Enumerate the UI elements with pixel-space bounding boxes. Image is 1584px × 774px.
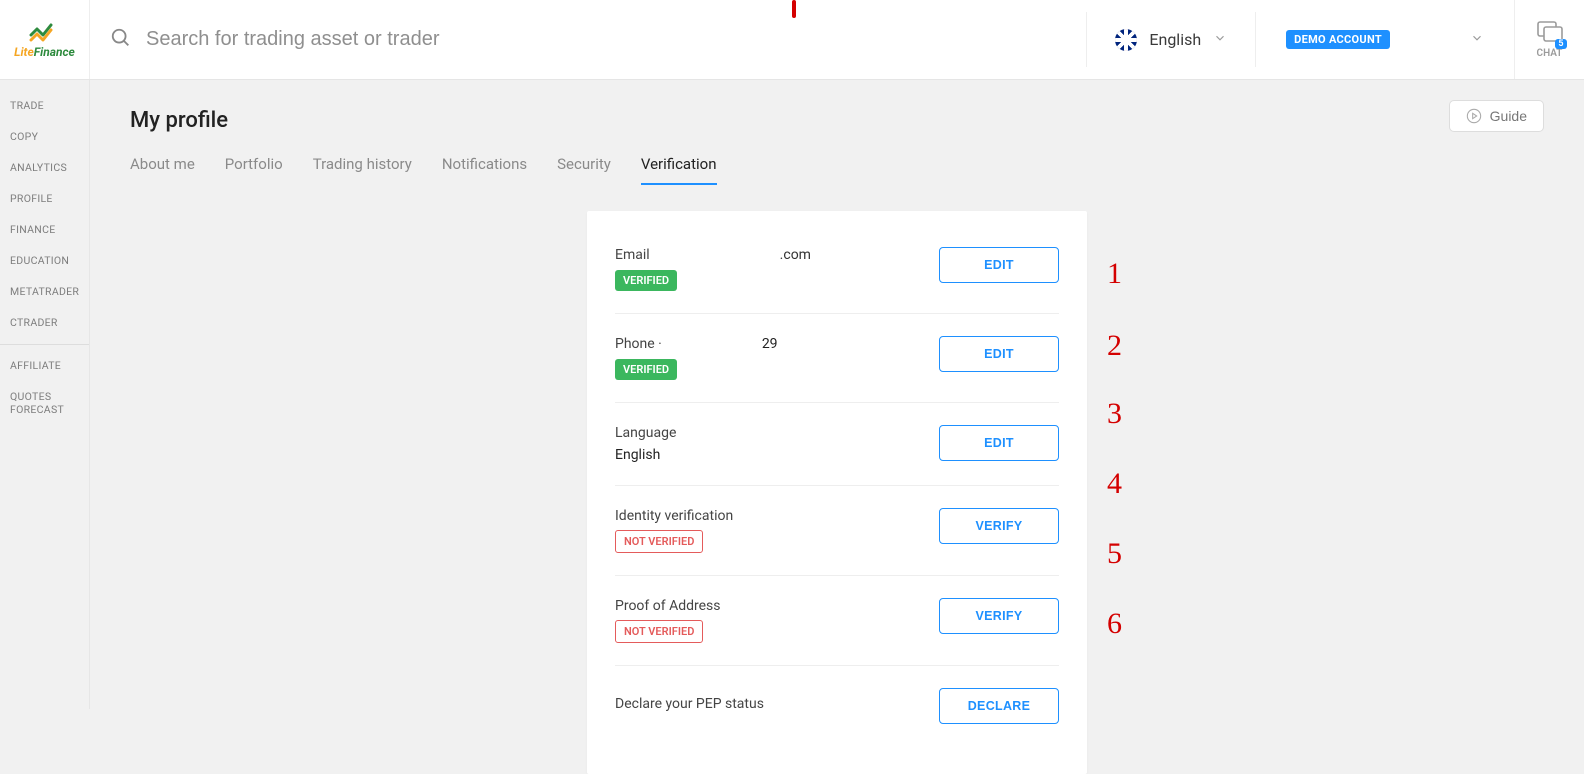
phone-status-badge: VERIFIED xyxy=(615,359,677,380)
tab-about-me[interactable]: About me xyxy=(130,155,195,185)
chat-label: CHAT xyxy=(1537,48,1563,59)
demo-account-badge: DEMO ACCOUNT xyxy=(1286,30,1390,49)
address-status-badge: NOT VERIFIED xyxy=(615,620,703,643)
guide-label: Guide xyxy=(1490,108,1527,124)
address-verify-button[interactable]: VERIFY xyxy=(939,598,1059,634)
address-label: Proof of Address xyxy=(615,598,939,614)
verification-row-phone: Phone · 29 VERIFIED EDIT xyxy=(615,314,1059,403)
sidebar-item-profile[interactable]: PROFILE xyxy=(0,183,89,214)
red-marker xyxy=(792,0,796,18)
chat-button[interactable]: 5 CHAT xyxy=(1514,0,1584,79)
tab-verification[interactable]: Verification xyxy=(641,155,717,185)
phone-edit-button[interactable]: EDIT xyxy=(939,336,1059,372)
sidebar-item-ctrader[interactable]: CTRADER xyxy=(0,307,89,338)
logo-icon xyxy=(29,21,59,43)
chevron-down-icon xyxy=(1470,30,1484,49)
annotation-6: 6 xyxy=(1107,607,1122,641)
sidebar: TRADE COPY ANALYTICS PROFILE FINANCE EDU… xyxy=(0,80,90,709)
sidebar-item-analytics[interactable]: ANALYTICS xyxy=(0,152,89,183)
logo-text: LiteFinance xyxy=(14,45,75,59)
language-row-value: English xyxy=(615,447,939,463)
search-area[interactable] xyxy=(90,27,1086,53)
top-right: English DEMO ACCOUNT 5 CHAT xyxy=(1086,0,1584,79)
sidebar-item-metatrader[interactable]: METATRADER xyxy=(0,276,89,307)
identity-verify-button[interactable]: VERIFY xyxy=(939,508,1059,544)
tab-portfolio[interactable]: Portfolio xyxy=(225,155,283,185)
email-value: .com xyxy=(780,247,811,263)
sidebar-item-quotes-forecast[interactable]: QUOTES FORECAST xyxy=(0,381,89,425)
verification-card: Email .com VERIFIED EDIT Phone · 29 VERI… xyxy=(587,211,1087,774)
chevron-down-icon xyxy=(1213,30,1227,49)
annotation-5: 5 xyxy=(1107,537,1122,571)
verification-row-identity: Identity verification NOT VERIFIED VERIF… xyxy=(615,486,1059,576)
annotation-4: 4 xyxy=(1107,467,1122,501)
search-input[interactable] xyxy=(146,28,1066,51)
search-icon xyxy=(110,27,132,53)
sidebar-item-trade[interactable]: TRADE xyxy=(0,90,89,121)
main-content: Guide My profile About me Portfolio Trad… xyxy=(90,80,1584,709)
identity-label: Identity verification xyxy=(615,508,939,524)
sidebar-item-affiliate[interactable]: AFFILIATE xyxy=(0,344,89,381)
verification-row-language: Language English EDIT xyxy=(615,403,1059,486)
profile-tabs: About me Portfolio Trading history Notif… xyxy=(130,155,1544,185)
verification-row-pep: Declare your PEP status DECLARE xyxy=(615,666,1059,746)
play-circle-icon xyxy=(1466,108,1482,124)
tab-trading-history[interactable]: Trading history xyxy=(313,155,412,185)
phone-label: Phone · xyxy=(615,336,662,352)
tab-security[interactable]: Security xyxy=(557,155,611,185)
annotation-2: 2 xyxy=(1107,329,1122,363)
sidebar-item-finance[interactable]: FINANCE xyxy=(0,214,89,245)
language-edit-button[interactable]: EDIT xyxy=(939,425,1059,461)
annotation-3: 3 xyxy=(1107,397,1122,431)
email-edit-button[interactable]: EDIT xyxy=(939,247,1059,283)
chat-icon: 5 xyxy=(1537,21,1563,47)
language-label: English xyxy=(1149,30,1201,49)
account-selector[interactable]: DEMO ACCOUNT xyxy=(1256,30,1514,49)
sidebar-item-copy[interactable]: COPY xyxy=(0,121,89,152)
uk-flag-icon xyxy=(1115,29,1137,51)
guide-button[interactable]: Guide xyxy=(1449,100,1544,132)
pep-declare-button[interactable]: DECLARE xyxy=(939,688,1059,724)
tab-notifications[interactable]: Notifications xyxy=(442,155,527,185)
language-row-label: Language xyxy=(615,425,939,441)
identity-status-badge: NOT VERIFIED xyxy=(615,530,703,553)
verification-row-address: Proof of Address NOT VERIFIED VERIFY xyxy=(615,576,1059,666)
verification-row-email: Email .com VERIFIED EDIT xyxy=(615,225,1059,314)
logo[interactable]: LiteFinance xyxy=(0,0,90,79)
page-title: My profile xyxy=(130,108,1544,133)
pep-label: Declare your PEP status xyxy=(615,696,939,712)
language-selector[interactable]: English xyxy=(1087,29,1255,51)
chat-count-badge: 5 xyxy=(1555,39,1566,49)
phone-value: 29 xyxy=(762,336,778,352)
email-status-badge: VERIFIED xyxy=(615,270,677,291)
sidebar-item-education[interactable]: EDUCATION xyxy=(0,245,89,276)
annotation-1: 1 xyxy=(1107,257,1122,291)
email-label: Email xyxy=(615,247,650,263)
